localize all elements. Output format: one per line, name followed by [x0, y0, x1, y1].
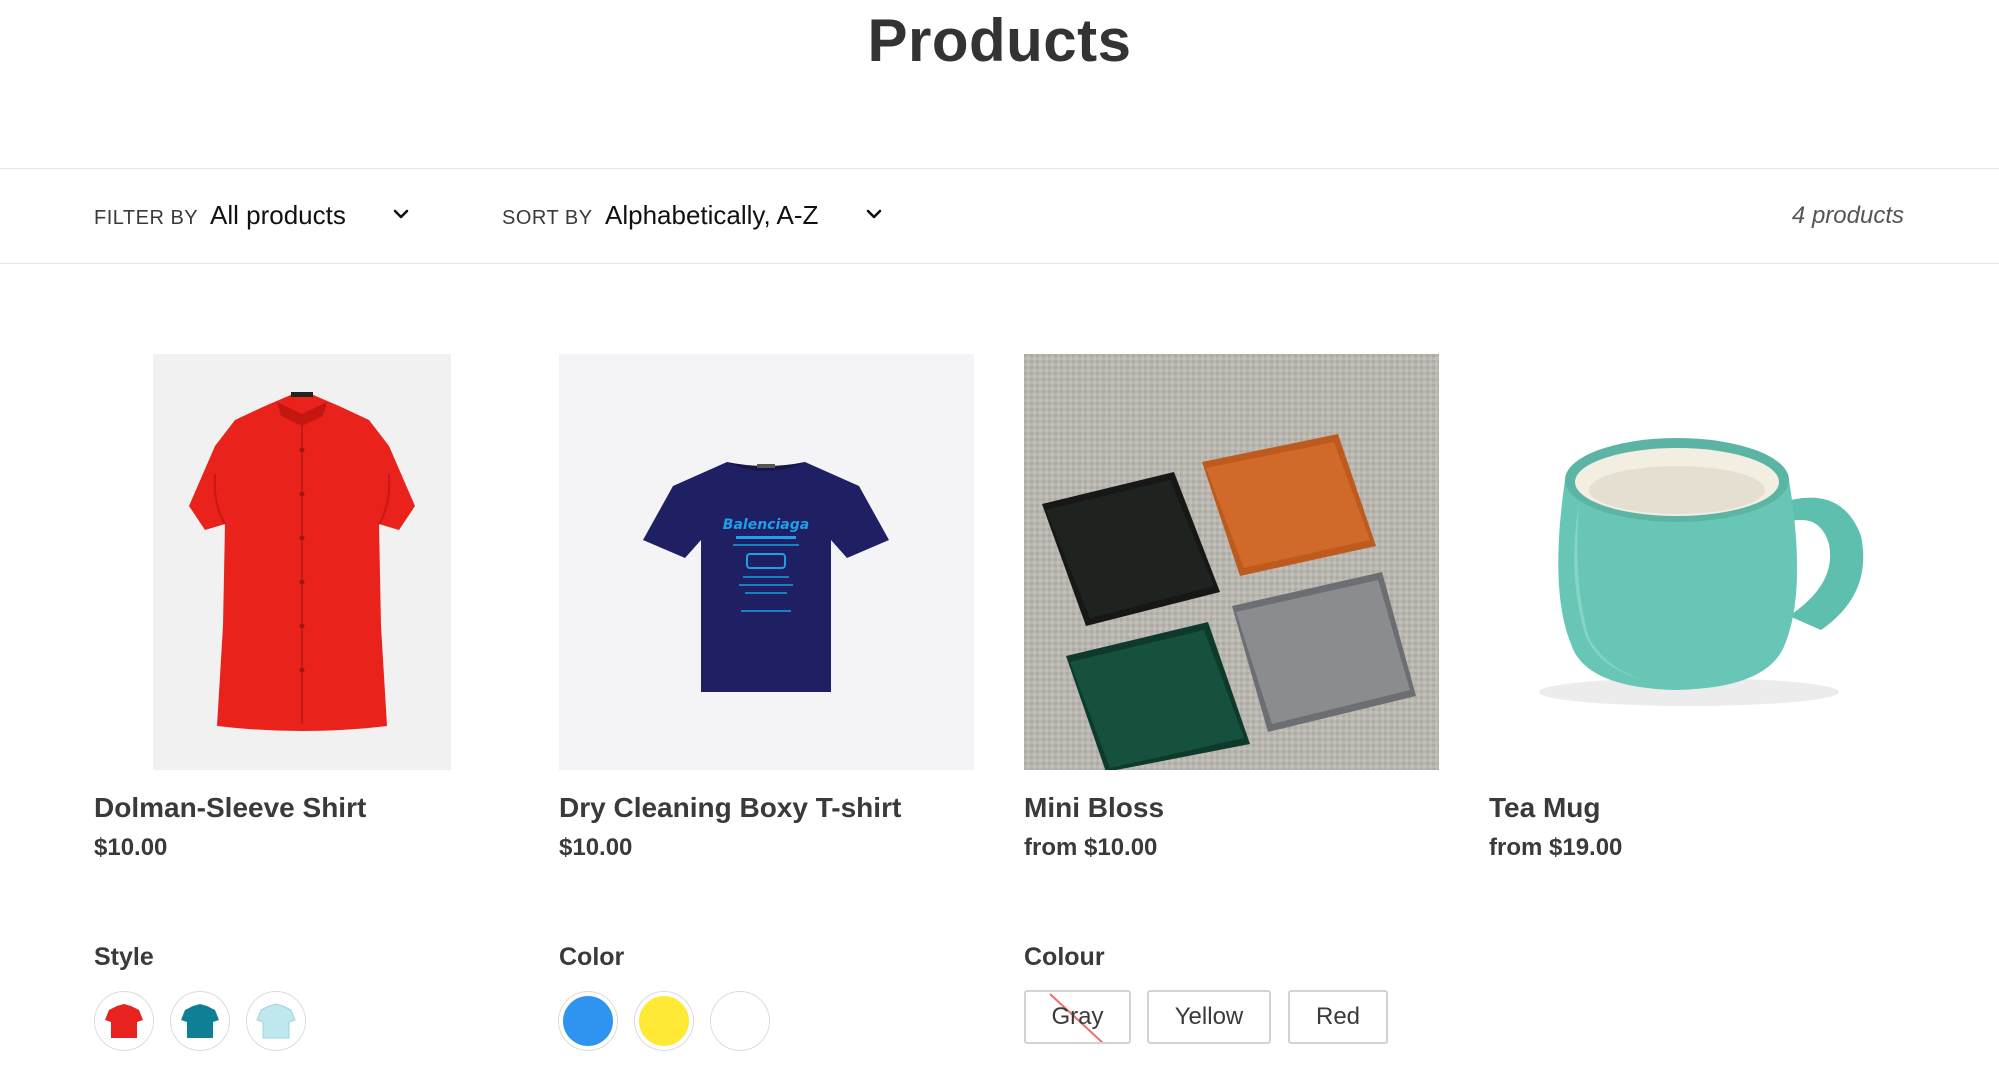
product-title[interactable]: Dolman-Sleeve Shirt — [94, 792, 366, 824]
swatch-blue[interactable] — [558, 991, 618, 1051]
swatch-teal-shirt[interactable] — [170, 991, 230, 1051]
sort-value: Alphabetically, A-Z — [605, 200, 819, 230]
filter-label: FILTER BY — [94, 207, 199, 229]
collection-toolbar: FILTER BY All products SORT BY Alphabeti… — [0, 168, 1999, 264]
swatch-red-shirt[interactable] — [94, 991, 154, 1051]
product-title[interactable]: Dry Cleaning Boxy T-shirt — [559, 792, 901, 824]
red-shirt-image[interactable] — [153, 354, 451, 770]
swatch-yellow[interactable] — [634, 991, 694, 1051]
product-title[interactable]: Tea Mug — [1489, 792, 1600, 824]
option-label-style: Style — [94, 943, 154, 971]
option-pill-label: Gray — [1051, 1003, 1104, 1030]
teal-mug-image[interactable] — [1489, 354, 1905, 770]
sort-label: SORT BY — [502, 207, 593, 229]
product-price: from $19.00 — [1489, 834, 1623, 861]
swatch-white[interactable] — [710, 991, 770, 1051]
option-pill-label: Yellow — [1174, 1003, 1244, 1030]
product-title[interactable]: Mini Bloss — [1024, 792, 1164, 824]
chevron-down-icon — [393, 209, 409, 219]
chevron-down-icon — [866, 209, 882, 219]
navy-tshirt-image[interactable]: Balenciaga — [559, 354, 974, 770]
tshirt-print-text: Balenciaga — [723, 517, 809, 533]
product-price: from $10.00 — [1024, 834, 1158, 861]
product-price: $10.00 — [94, 834, 168, 861]
page-title: Products — [867, 7, 1132, 74]
wallets-image[interactable] — [1024, 354, 1439, 770]
product-price: $10.00 — [559, 834, 633, 861]
option-pill-red[interactable]: Red — [1288, 990, 1388, 1044]
product-count: 4 products — [1791, 202, 1904, 229]
option-pill-yellow[interactable]: Yellow — [1147, 990, 1271, 1044]
option-label-color: Color — [559, 943, 625, 971]
option-pill-gray-unavailable[interactable]: Gray — [1024, 990, 1131, 1044]
option-label-colour: Colour — [1024, 943, 1105, 971]
swatch-light-blue-shirt[interactable] — [246, 991, 306, 1051]
option-pill-label: Red — [1315, 1003, 1361, 1030]
filter-value: All products — [210, 200, 346, 230]
